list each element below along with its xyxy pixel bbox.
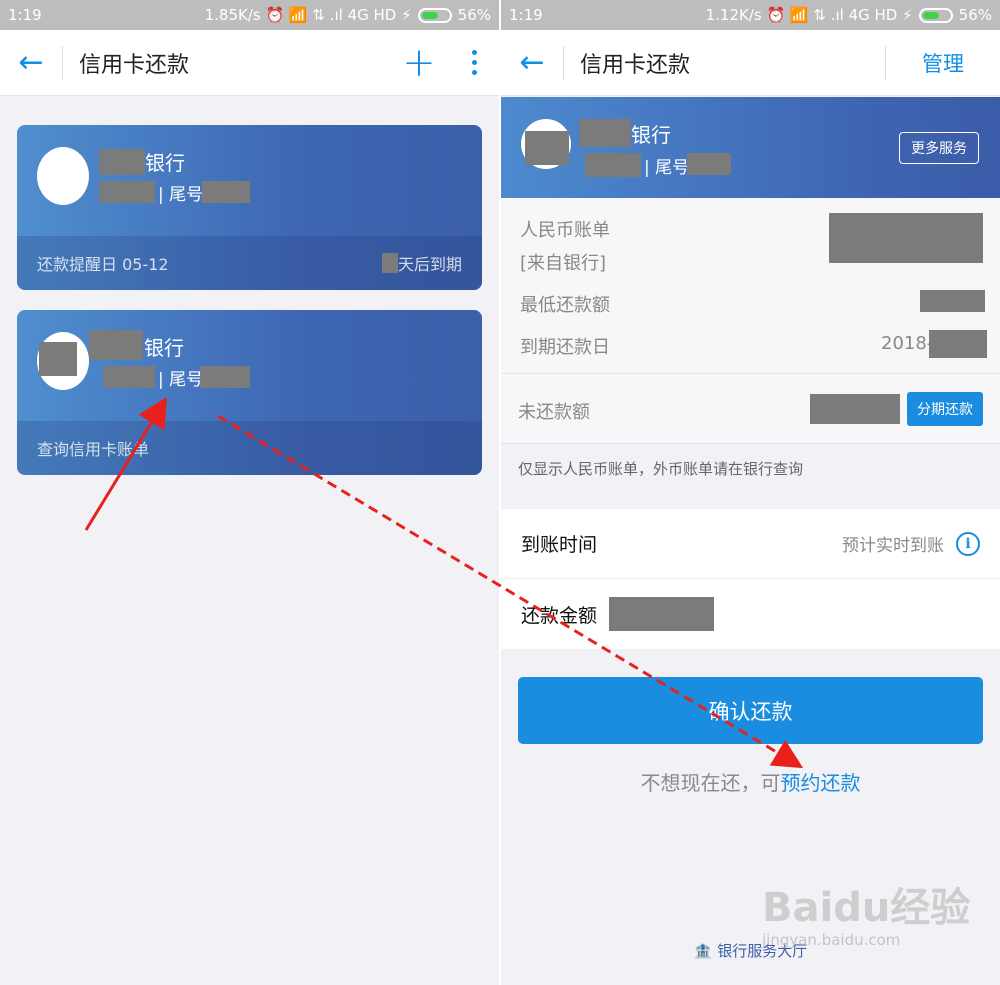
- from-bank-label: [来自银行]: [520, 253, 607, 274]
- status-info: 1.85K/s ⏰ 📶 ⇅ .ıl 4G HD ⚡: [204, 6, 412, 24]
- page-title: 信用卡还款: [79, 52, 190, 78]
- left-screen: 1:19 1.85K/s ⏰ 📶 ⇅ .ıl 4G HD ⚡ 56% ← 信用卡…: [0, 0, 499, 985]
- rmb-bill-label: 人民币账单: [520, 220, 610, 241]
- arrival-time-row: 到账时间 预计实时到账 i: [501, 509, 1000, 579]
- redacted-block: [810, 394, 900, 424]
- bank-logo: [37, 147, 89, 205]
- redacted-block: [687, 153, 731, 175]
- schedule-repay-link[interactable]: 预约还款: [781, 771, 861, 795]
- redacted-block: [99, 149, 145, 175]
- bank-name: 银行: [145, 151, 185, 175]
- redacted-block: [579, 119, 631, 147]
- redacted-block: [829, 213, 983, 263]
- unpaid-label: 未还款额: [518, 402, 590, 423]
- amount-label: 还款金额: [521, 604, 598, 627]
- bank-hall-icon: 🏦: [693, 942, 713, 960]
- battery-level: 56%: [457, 6, 491, 24]
- baidu-watermark: Baidu经验 jingyan.baidu.com: [762, 885, 971, 949]
- min-payment-label: 最低还款额: [520, 295, 610, 316]
- query-bill-link[interactable]: 查询信用卡账单: [37, 436, 462, 460]
- card-footer: 还款提醒日 05-12 天后到期: [17, 236, 482, 290]
- add-card-icon[interactable]: +: [389, 30, 449, 96]
- bill-summary: 人民币账单 [来自银行] 最低还款额 到期还款日 2018-: [501, 198, 1000, 374]
- arrival-time-value: 预计实时到账: [842, 536, 944, 556]
- confirm-repay-button[interactable]: 确认还款: [518, 677, 983, 744]
- back-arrow-icon[interactable]: ←: [0, 30, 62, 96]
- repay-reminder: 还款提醒日 05-12: [37, 255, 169, 274]
- battery-level: 56%: [958, 6, 992, 24]
- redacted-block: [39, 342, 77, 376]
- more-services-button[interactable]: 更多服务: [899, 132, 979, 164]
- schedule-prompt: 不想现在还，可预约还款: [640, 771, 861, 795]
- card-tail-label: | 尾号: [158, 370, 204, 390]
- nav-bar: ← 信用卡还款 +: [0, 30, 499, 96]
- redacted-block: [202, 181, 250, 203]
- redacted-block: [920, 290, 985, 312]
- card-header: 银行 | 尾号 更多服务: [501, 97, 1000, 198]
- redacted-block: [525, 131, 569, 165]
- redacted-block: [381, 253, 398, 273]
- battery-icon: [417, 7, 452, 23]
- unpaid-section: 未还款额 分期还款: [501, 374, 1000, 444]
- redacted-block: [929, 330, 987, 358]
- card-tail-label: | 尾号: [644, 158, 690, 178]
- more-options-icon[interactable]: [449, 50, 499, 75]
- amount-input[interactable]: [609, 597, 715, 631]
- installment-button[interactable]: 分期还款: [907, 392, 983, 426]
- redacted-block: [200, 366, 250, 388]
- amount-row: 还款金额: [501, 579, 1000, 649]
- info-icon[interactable]: i: [956, 531, 980, 556]
- currency-note: 仅显示人民币账单，外币账单请在银行查询: [518, 460, 804, 478]
- back-arrow-icon[interactable]: ←: [501, 30, 563, 96]
- status-info: 1.12K/s ⏰ 📶 ⇅ .ıl 4G HD ⚡: [705, 6, 913, 24]
- nav-bar: ← 信用卡还款 管理: [501, 30, 1000, 96]
- due-date-value: 2018-: [881, 333, 934, 354]
- bank-name: 银行: [631, 123, 671, 147]
- card-tail-label: | 尾号: [158, 185, 204, 205]
- status-bar: 1:19 1.12K/s ⏰ 📶 ⇅ .ıl 4G HD ⚡ 56%: [501, 0, 1000, 30]
- redacted-block: [103, 366, 155, 388]
- redacted-block: [89, 330, 143, 360]
- manage-button[interactable]: 管理: [886, 48, 1000, 78]
- arrival-time-label: 到账时间: [521, 534, 598, 556]
- redacted-block: [585, 153, 641, 177]
- battery-icon: [918, 7, 953, 23]
- card-footer: 查询信用卡账单: [17, 421, 482, 475]
- status-time: 1:19: [8, 6, 42, 24]
- credit-card-item[interactable]: 银行 | 尾号 查询信用卡账单: [17, 310, 482, 475]
- status-time: 1:19: [509, 6, 543, 24]
- due-date-label: 到期还款日: [520, 337, 610, 358]
- page-title: 信用卡还款: [580, 52, 691, 78]
- redacted-block: [99, 181, 155, 203]
- bank-name: 银行: [144, 336, 184, 360]
- right-screen: 1:19 1.12K/s ⏰ 📶 ⇅ .ıl 4G HD ⚡ 56% ← 信用卡…: [501, 0, 1000, 985]
- credit-card-item[interactable]: 银行 | 尾号 还款提醒日 05-12 天后到期: [17, 125, 482, 290]
- status-bar: 1:19 1.85K/s ⏰ 📶 ⇅ .ıl 4G HD ⚡ 56%: [0, 0, 499, 30]
- days-until-due: 天后到期: [397, 255, 462, 274]
